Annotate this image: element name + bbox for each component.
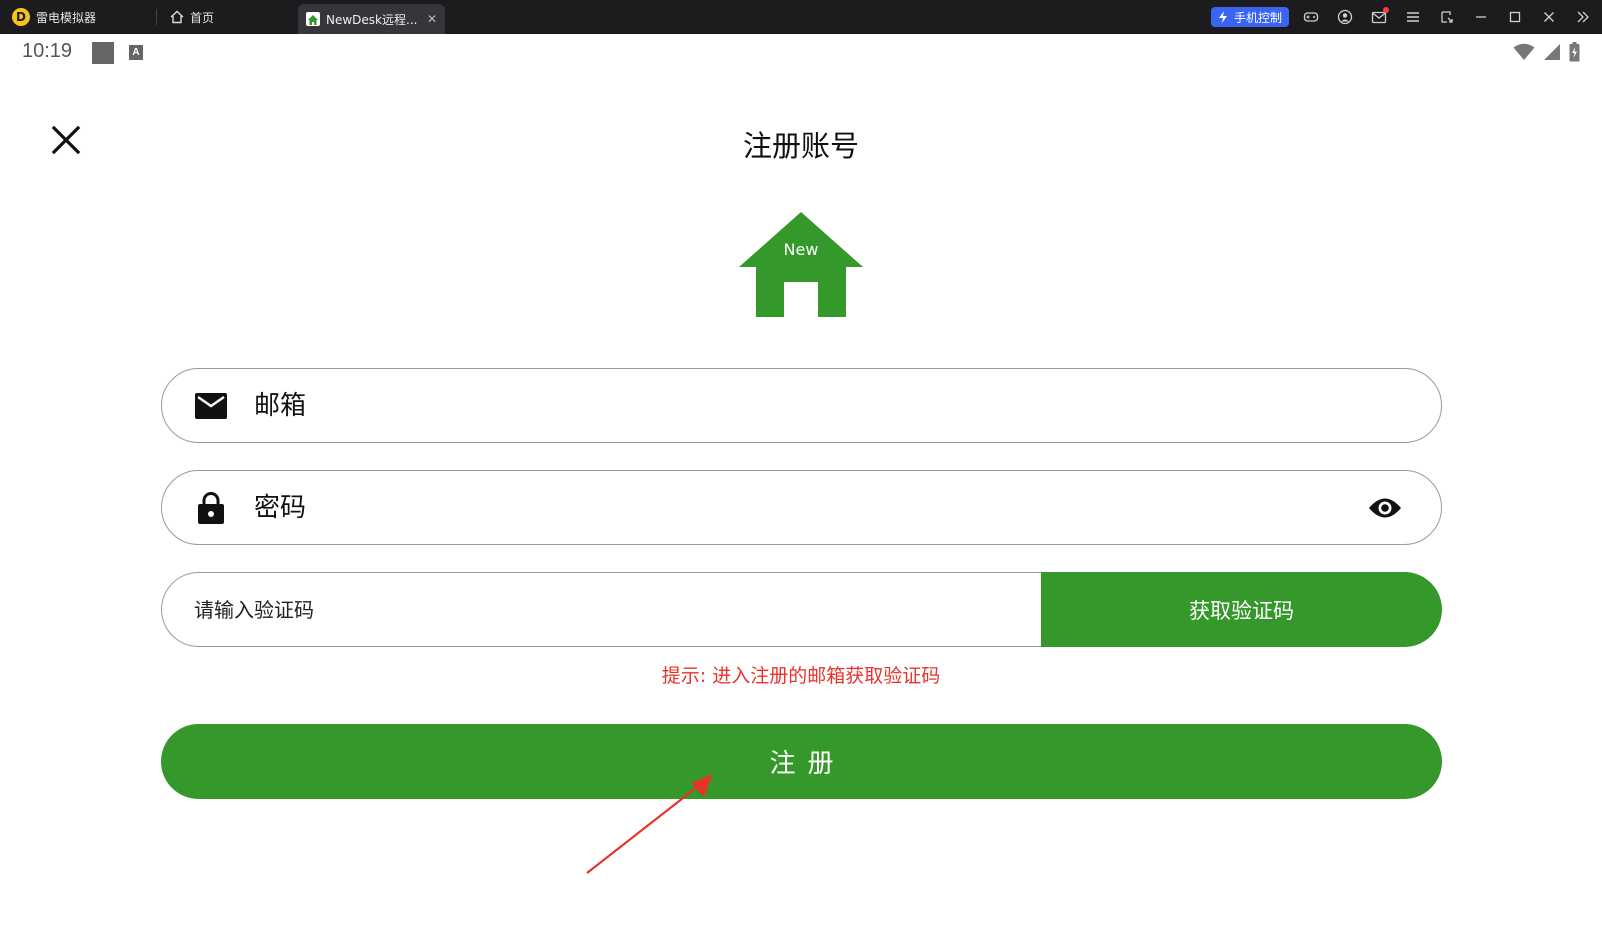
tab-divider: [156, 9, 157, 25]
close-window-icon[interactable]: [1532, 0, 1566, 34]
tab-newdesk[interactable]: NewDesk远程... ✕: [298, 4, 445, 34]
get-code-button[interactable]: 获取验证码: [1041, 572, 1442, 647]
account-icon[interactable]: [1328, 0, 1362, 34]
tab-close-icon[interactable]: ✕: [427, 12, 437, 26]
register-button[interactable]: 注册: [161, 724, 1442, 799]
email-icon: [194, 389, 228, 423]
emulator-app-name: 雷电模拟器: [36, 10, 97, 25]
status-time: 10:19: [22, 40, 73, 62]
phone-control-button[interactable]: 手机控制: [1211, 7, 1290, 27]
maximize-icon[interactable]: [1498, 0, 1532, 34]
notification-dot: [1383, 7, 1389, 13]
phone-control-label: 手机控制: [1234, 10, 1283, 25]
menu-icon[interactable]: [1396, 0, 1430, 34]
logo-text: New: [784, 240, 819, 259]
lock-icon: [194, 491, 228, 525]
tab-newdesk-label: NewDesk远程...: [326, 12, 418, 27]
android-status-bar: 10:19 A: [0, 34, 1602, 70]
newdesk-app-icon: [306, 12, 320, 26]
show-password-eye-icon[interactable]: [1363, 486, 1407, 530]
hint-text: 提示: 进入注册的邮箱获取验证码: [661, 665, 941, 687]
annotation-arrow-icon: [586, 774, 713, 874]
password-field[interactable]: [161, 470, 1442, 545]
house-logo-icon: New: [739, 212, 863, 317]
mail-icon[interactable]: [1362, 0, 1396, 34]
lightning-icon: [1219, 11, 1227, 23]
emulator-titlebar: D 雷电模拟器 首页 NewDesk远程... ✕ 手机控制: [0, 0, 1602, 34]
minimize-icon[interactable]: [1464, 0, 1498, 34]
verification-code-field[interactable]: [161, 572, 1041, 647]
input-method-icon: A: [129, 45, 143, 60]
sidebar-expand-icon[interactable]: [1566, 0, 1600, 34]
wifi-icon: [1513, 43, 1535, 60]
battery-icon: [1569, 42, 1580, 62]
tab-home[interactable]: 首页: [162, 0, 222, 34]
email-field[interactable]: [161, 368, 1442, 443]
verification-code-input[interactable]: [194, 597, 1041, 622]
gamepad-icon[interactable]: [1294, 0, 1328, 34]
newdesk-logo: New: [738, 210, 864, 318]
status-icons: [1513, 42, 1580, 62]
page-title: 注册账号: [742, 129, 859, 163]
emulator-brand: D 雷电模拟器: [12, 0, 96, 34]
home-icon: [170, 10, 184, 24]
restore-window-icon[interactable]: [1430, 0, 1464, 34]
notification-square-icon: [92, 42, 114, 64]
cellular-signal-icon: [1544, 44, 1560, 60]
email-input[interactable]: [254, 390, 1441, 421]
verification-code-row: 获取验证码: [161, 572, 1442, 647]
titlebar-toolbar: [1294, 0, 1600, 34]
emulator-logo-icon: D: [12, 8, 30, 26]
tab-home-label: 首页: [190, 10, 215, 25]
password-input[interactable]: [254, 492, 1363, 523]
